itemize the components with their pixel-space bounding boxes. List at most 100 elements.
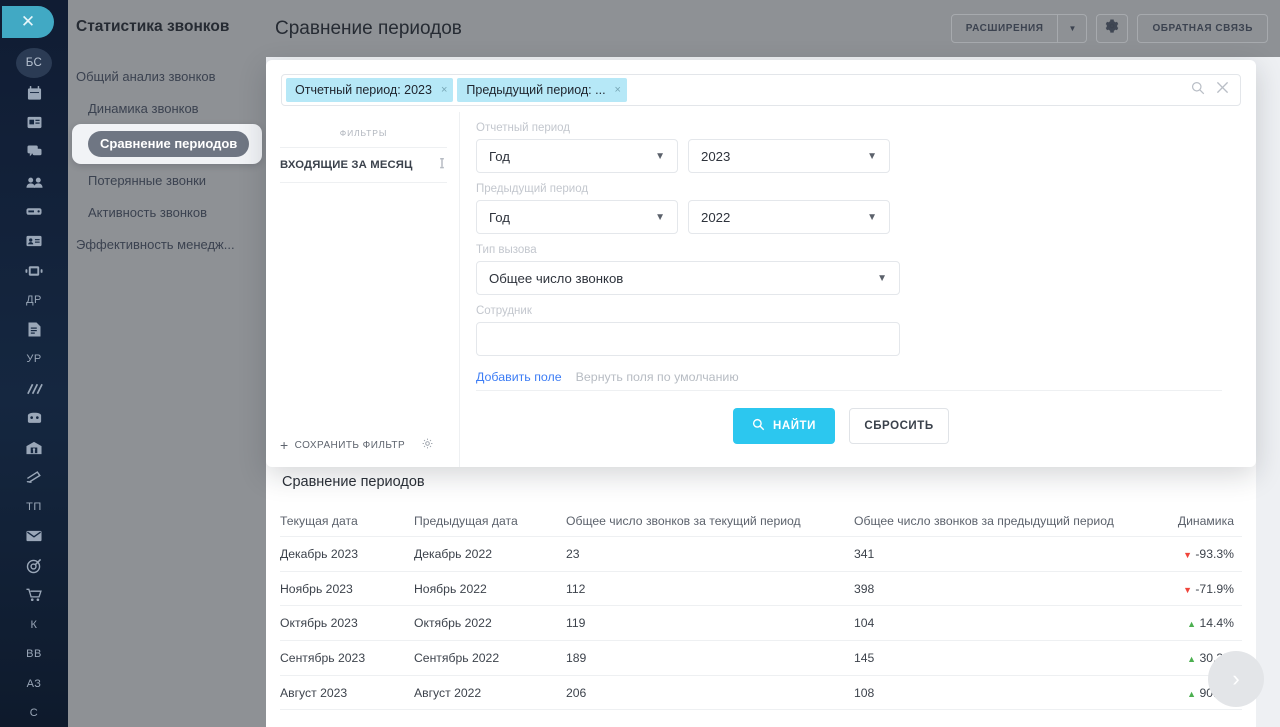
feedback-button[interactable]: ОБРАТНАЯ СВЯЗЬ [1137, 14, 1268, 43]
card-icon[interactable] [10, 109, 58, 137]
close-icon[interactable]: × [615, 84, 621, 96]
filter-tag-report-period[interactable]: Отчетный период: 2023 × [286, 78, 454, 102]
call-type-select[interactable]: Общее число звонков ▼ [476, 261, 900, 295]
icon-rail: ✕ БС ДР УР ТП К ВВ АЗ С [0, 0, 68, 727]
close-icon[interactable]: × [441, 84, 447, 96]
column-header-current-calls: Общее число звонков за текущий период [566, 513, 801, 528]
add-field-link[interactable]: Добавить поле [476, 370, 562, 384]
calendar-icon[interactable] [10, 80, 58, 108]
column-header-previous-calls: Общее число звонков за предыдущий период [854, 513, 1114, 528]
field-label-employee: Сотрудник [476, 305, 532, 317]
chart-slash-icon[interactable] [10, 375, 58, 403]
save-filter-button[interactable]: + СОХРАНИТЬ ФИЛЬТР [280, 437, 433, 453]
table-row[interactable]: Август 2023 Август 2022 206 108 ▲ 90.7% [280, 676, 1242, 711]
s-label[interactable]: С [10, 700, 58, 727]
settings-button[interactable] [1096, 14, 1129, 43]
target-icon[interactable] [10, 552, 58, 580]
mail-icon[interactable] [10, 522, 58, 550]
cell-previous-date: Декабрь 2022 [414, 546, 493, 561]
report-period-type-select[interactable]: Год ▼ [476, 139, 678, 173]
search-actions [1191, 81, 1240, 100]
sidebar-item-effektivnost[interactable]: Эффективность менедж... [68, 228, 266, 260]
close-icon[interactable]: ✕ [2, 6, 54, 38]
field-label-previous-period: Предыдущий период [476, 183, 589, 195]
search-bar[interactable]: Отчетный период: 2023 × Предыдущий перио… [281, 74, 1241, 106]
cart-icon[interactable] [10, 581, 58, 609]
tag-label: Предыдущий период: ... [466, 83, 606, 97]
warehouse-icon[interactable] [10, 434, 58, 462]
chevron-down-icon[interactable]: ▼ [1058, 15, 1086, 42]
cell-current-calls: 206 [566, 685, 587, 700]
people-icon[interactable] [10, 168, 58, 196]
search-icon[interactable] [1191, 81, 1205, 100]
table-row[interactable]: Декабрь 2023 Декабрь 2022 23 341 ▼ -93.3… [280, 537, 1242, 572]
chevron-right-icon: › [1232, 666, 1240, 691]
employee-input[interactable] [476, 322, 900, 356]
sidebar-item-obshiy-analiz[interactable]: Общий анализ звонков [68, 60, 266, 92]
chevron-down-icon: ▼ [867, 211, 877, 223]
saved-filter-item[interactable]: ВХОДЯЩИЕ ЗА МЕСЯЦ [280, 147, 447, 183]
chat-icon[interactable] [10, 139, 58, 167]
find-label: НАЙТИ [773, 420, 816, 432]
document-icon[interactable] [10, 316, 58, 344]
column-header-current-date: Текущая дата [280, 513, 358, 528]
save-filter-label: СОХРАНИТЬ ФИЛЬТР [294, 439, 406, 451]
table-row[interactable]: Ноябрь 2023 Ноябрь 2022 112 398 ▼ -71.9% [280, 572, 1242, 607]
az-label[interactable]: АЗ [10, 670, 58, 698]
extensions-button[interactable]: РАСШИРЕНИЯ ▼ [950, 14, 1088, 43]
table-row[interactable]: Октябрь 2023 Октябрь 2022 119 104 ▲ 14.4… [280, 606, 1242, 642]
find-button[interactable]: НАЙТИ [733, 408, 835, 444]
speaker-icon[interactable] [10, 257, 58, 285]
form-links: Добавить поле Вернуть поля по умолчанию [476, 370, 1222, 384]
reset-fields-link[interactable]: Вернуть поля по умолчанию [576, 370, 739, 384]
pin-icon[interactable] [437, 157, 447, 173]
tp-label[interactable]: ТП [10, 493, 58, 521]
sidebar-item-dinamika[interactable]: Динамика звонков [68, 92, 266, 124]
k-label[interactable]: К [10, 611, 58, 639]
saved-filters-panel: ФИЛЬТРЫ ВХОДЯЩИЕ ЗА МЕСЯЦ + СОХРАНИТЬ ФИ… [266, 112, 460, 467]
vv-label[interactable]: ВВ [10, 641, 58, 669]
pen-icon[interactable] [10, 463, 58, 491]
avatar[interactable]: БС [16, 47, 52, 78]
ur-label[interactable]: УР [10, 345, 58, 373]
cell-current-date: Август 2023 [280, 685, 348, 700]
chevron-down-icon: ▼ [655, 150, 665, 162]
triangle-up-icon: ▲ [1187, 653, 1197, 664]
next-page-button[interactable]: › [1208, 651, 1264, 707]
cell-current-date: Декабрь 2023 [280, 546, 359, 561]
triangle-down-icon: ▼ [1183, 549, 1192, 560]
dr-label[interactable]: ДР [10, 286, 58, 314]
report-period-value-select[interactable]: 2023 ▼ [688, 139, 890, 173]
reset-label: СБРОСИТЬ [864, 420, 934, 432]
cell-current-date: Октябрь 2023 [280, 616, 358, 631]
previous-period-value-select[interactable]: 2022 ▼ [688, 200, 890, 234]
sidebar-item-sravnenie-periodov[interactable]: Сравнение периодов [72, 124, 262, 164]
previous-period-row: Год ▼ 2022 ▼ [476, 200, 1222, 234]
cell-previous-calls: 108 [854, 685, 875, 700]
column-header-dynamics: Динамика [1177, 513, 1234, 528]
reset-button[interactable]: СБРОСИТЬ [849, 408, 949, 444]
chevron-down-icon: ▼ [867, 150, 877, 162]
triangle-up-icon: ▲ [1187, 619, 1197, 630]
extensions-label: РАСШИРЕНИЯ [965, 23, 1044, 34]
column-header-previous-date: Предыдущая дата [414, 513, 518, 528]
contact-card-icon[interactable] [10, 227, 58, 255]
cell-previous-date: Ноябрь 2022 [414, 581, 487, 596]
robot-icon[interactable] [10, 404, 58, 432]
filter-tag-previous-period[interactable]: Предыдущий период: ... × [457, 78, 627, 102]
previous-period-type-select[interactable]: Год ▼ [476, 200, 678, 234]
cell-previous-date: Август 2022 [414, 685, 482, 700]
filter-modal: Отчетный период: 2023 × Предыдущий перио… [266, 60, 1256, 467]
sidebar-item-aktivnost[interactable]: Активность звонков [68, 196, 266, 228]
divider [476, 390, 1222, 391]
table-row[interactable]: Сентябрь 2023 Сентябрь 2022 189 145 ▲ 30… [280, 641, 1242, 676]
clear-search-icon[interactable] [1216, 81, 1229, 99]
sidebar-title: Статистика звонков [76, 18, 230, 35]
search-icon [752, 418, 765, 434]
plus-icon: + [280, 437, 289, 453]
report-period-row: Год ▼ 2023 ▼ [476, 139, 1222, 173]
cell-current-date: Сентябрь 2023 [280, 650, 366, 665]
server-icon[interactable] [10, 198, 58, 226]
sidebar-item-poteryannye[interactable]: Потерянные звонки [68, 164, 266, 196]
gear-icon[interactable] [422, 438, 433, 452]
